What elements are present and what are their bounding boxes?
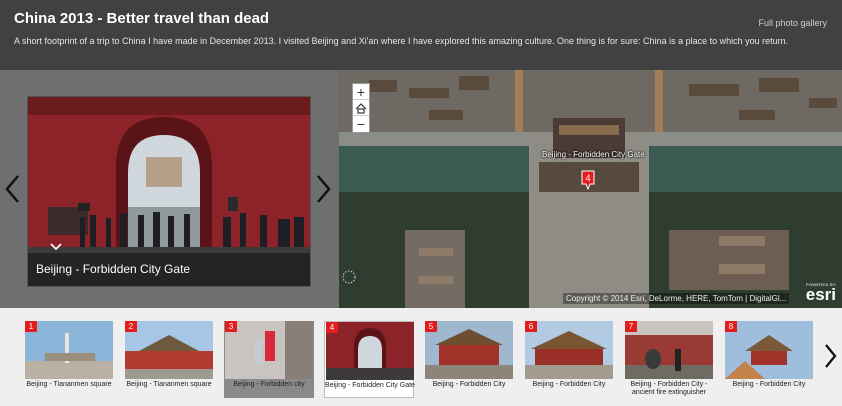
carousel-next-chevron-right-icon[interactable]: [823, 343, 837, 369]
zoom-out-button[interactable]: −: [353, 116, 369, 132]
thumbnail-label: Beijing - Forbidden city: [233, 381, 305, 388]
caption-bar: Beijing - Forbidden City Gate: [28, 253, 310, 286]
thumbnail-8[interactable]: 8 Beijing - Forbidden City: [724, 321, 814, 398]
thumbnail-number: 1: [25, 321, 37, 332]
thumbnail-image: [625, 321, 713, 379]
map-view[interactable]: + − Beijing - Forbidden City Gate 4 Copy…: [339, 70, 842, 308]
home-button[interactable]: [353, 100, 369, 116]
home-icon: [355, 103, 367, 114]
thumbnail-image: [425, 321, 513, 379]
page-title: China 2013 - Better travel than dead: [14, 10, 270, 27]
map-pin-number: 4: [585, 173, 590, 183]
thumbnail-number: 6: [525, 321, 537, 332]
media-panel: Beijing - Forbidden City Gate: [0, 70, 339, 308]
thumbnail-label: Beijing - Forbidden City Gate: [325, 382, 415, 389]
thumbnail-3[interactable]: 3 Beijing - Forbidden city: [224, 321, 314, 398]
compass-icon: [342, 270, 356, 284]
thumbnail-number: 4: [326, 322, 338, 333]
thumbnail-image: [525, 321, 613, 379]
map-copyright: Copyright © 2014 Esri, DeLorme, HERE, To…: [563, 293, 790, 304]
thumbnail-image: [125, 321, 213, 379]
esri-logo: POWERED BY esri: [805, 282, 836, 304]
map-pin-icon: 4: [581, 170, 595, 191]
thumbnail-6[interactable]: 6 Beijing - Forbidden City: [524, 321, 614, 398]
thumbnail-carousel: 1 Beijing - Tiananmen square 2 Beijing - Ti…: [0, 308, 842, 406]
photo-caption: Beijing - Forbidden City Gate: [36, 262, 191, 276]
thumbnail-label: Beijing - Forbidden City: [732, 381, 806, 388]
caption-toggle-chevron-down-icon[interactable]: [46, 241, 66, 253]
full-photo-gallery-link[interactable]: Full photo gallery: [758, 18, 827, 28]
zoom-control: + −: [352, 83, 370, 133]
thumbnail-image: [326, 322, 414, 380]
chevron-left-icon[interactable]: [4, 174, 22, 204]
thumbnail-2[interactable]: 2 Beijing - Tiananmen square: [124, 321, 214, 398]
thumbnail-4[interactable]: 4 Beijing - Forbidden City Gate: [324, 321, 415, 398]
map-pin-marker[interactable]: 4: [581, 170, 595, 195]
thumbnail-image: [25, 321, 113, 379]
thumbnail-number: 3: [225, 321, 237, 332]
thumbnail-5[interactable]: 5 Beijing - Forbidden City: [424, 321, 514, 398]
thumbnail-image: [225, 321, 313, 379]
thumbnail-label: Beijing - Forbidden City - ancient fire …: [630, 381, 708, 396]
thumbnail-label: Beijing - Forbidden City: [432, 381, 506, 388]
thumbnail-number: 5: [425, 321, 437, 332]
thumbnail-number: 7: [625, 321, 637, 332]
thumbnail-1[interactable]: 1 Beijing - Tiananmen square: [24, 321, 114, 398]
page-description: A short footprint of a trip to China I h…: [14, 36, 789, 46]
thumbnail-label: Beijing - Tiananmen square: [26, 381, 112, 388]
zoom-in-button[interactable]: +: [353, 84, 369, 100]
thumbnail-image: [725, 321, 813, 379]
thumbnail-label: Beijing - Tiananmen square: [126, 381, 212, 388]
thumbnail-number: 2: [125, 321, 137, 332]
story-header: China 2013 - Better travel than dead A s…: [0, 0, 842, 70]
esri-brand: esri: [805, 285, 836, 304]
main-photo: Beijing - Forbidden City Gate: [27, 96, 311, 287]
thumbnail-7[interactable]: 7 Beijing - Forbidden City - ancient fire…: [624, 321, 714, 398]
thumbnail-label: Beijing - Forbidden City: [532, 381, 606, 388]
map-point-label: Beijing - Forbidden City Gate: [542, 150, 645, 159]
chevron-right-icon[interactable]: [314, 174, 332, 204]
thumbnail-number: 8: [725, 321, 737, 332]
